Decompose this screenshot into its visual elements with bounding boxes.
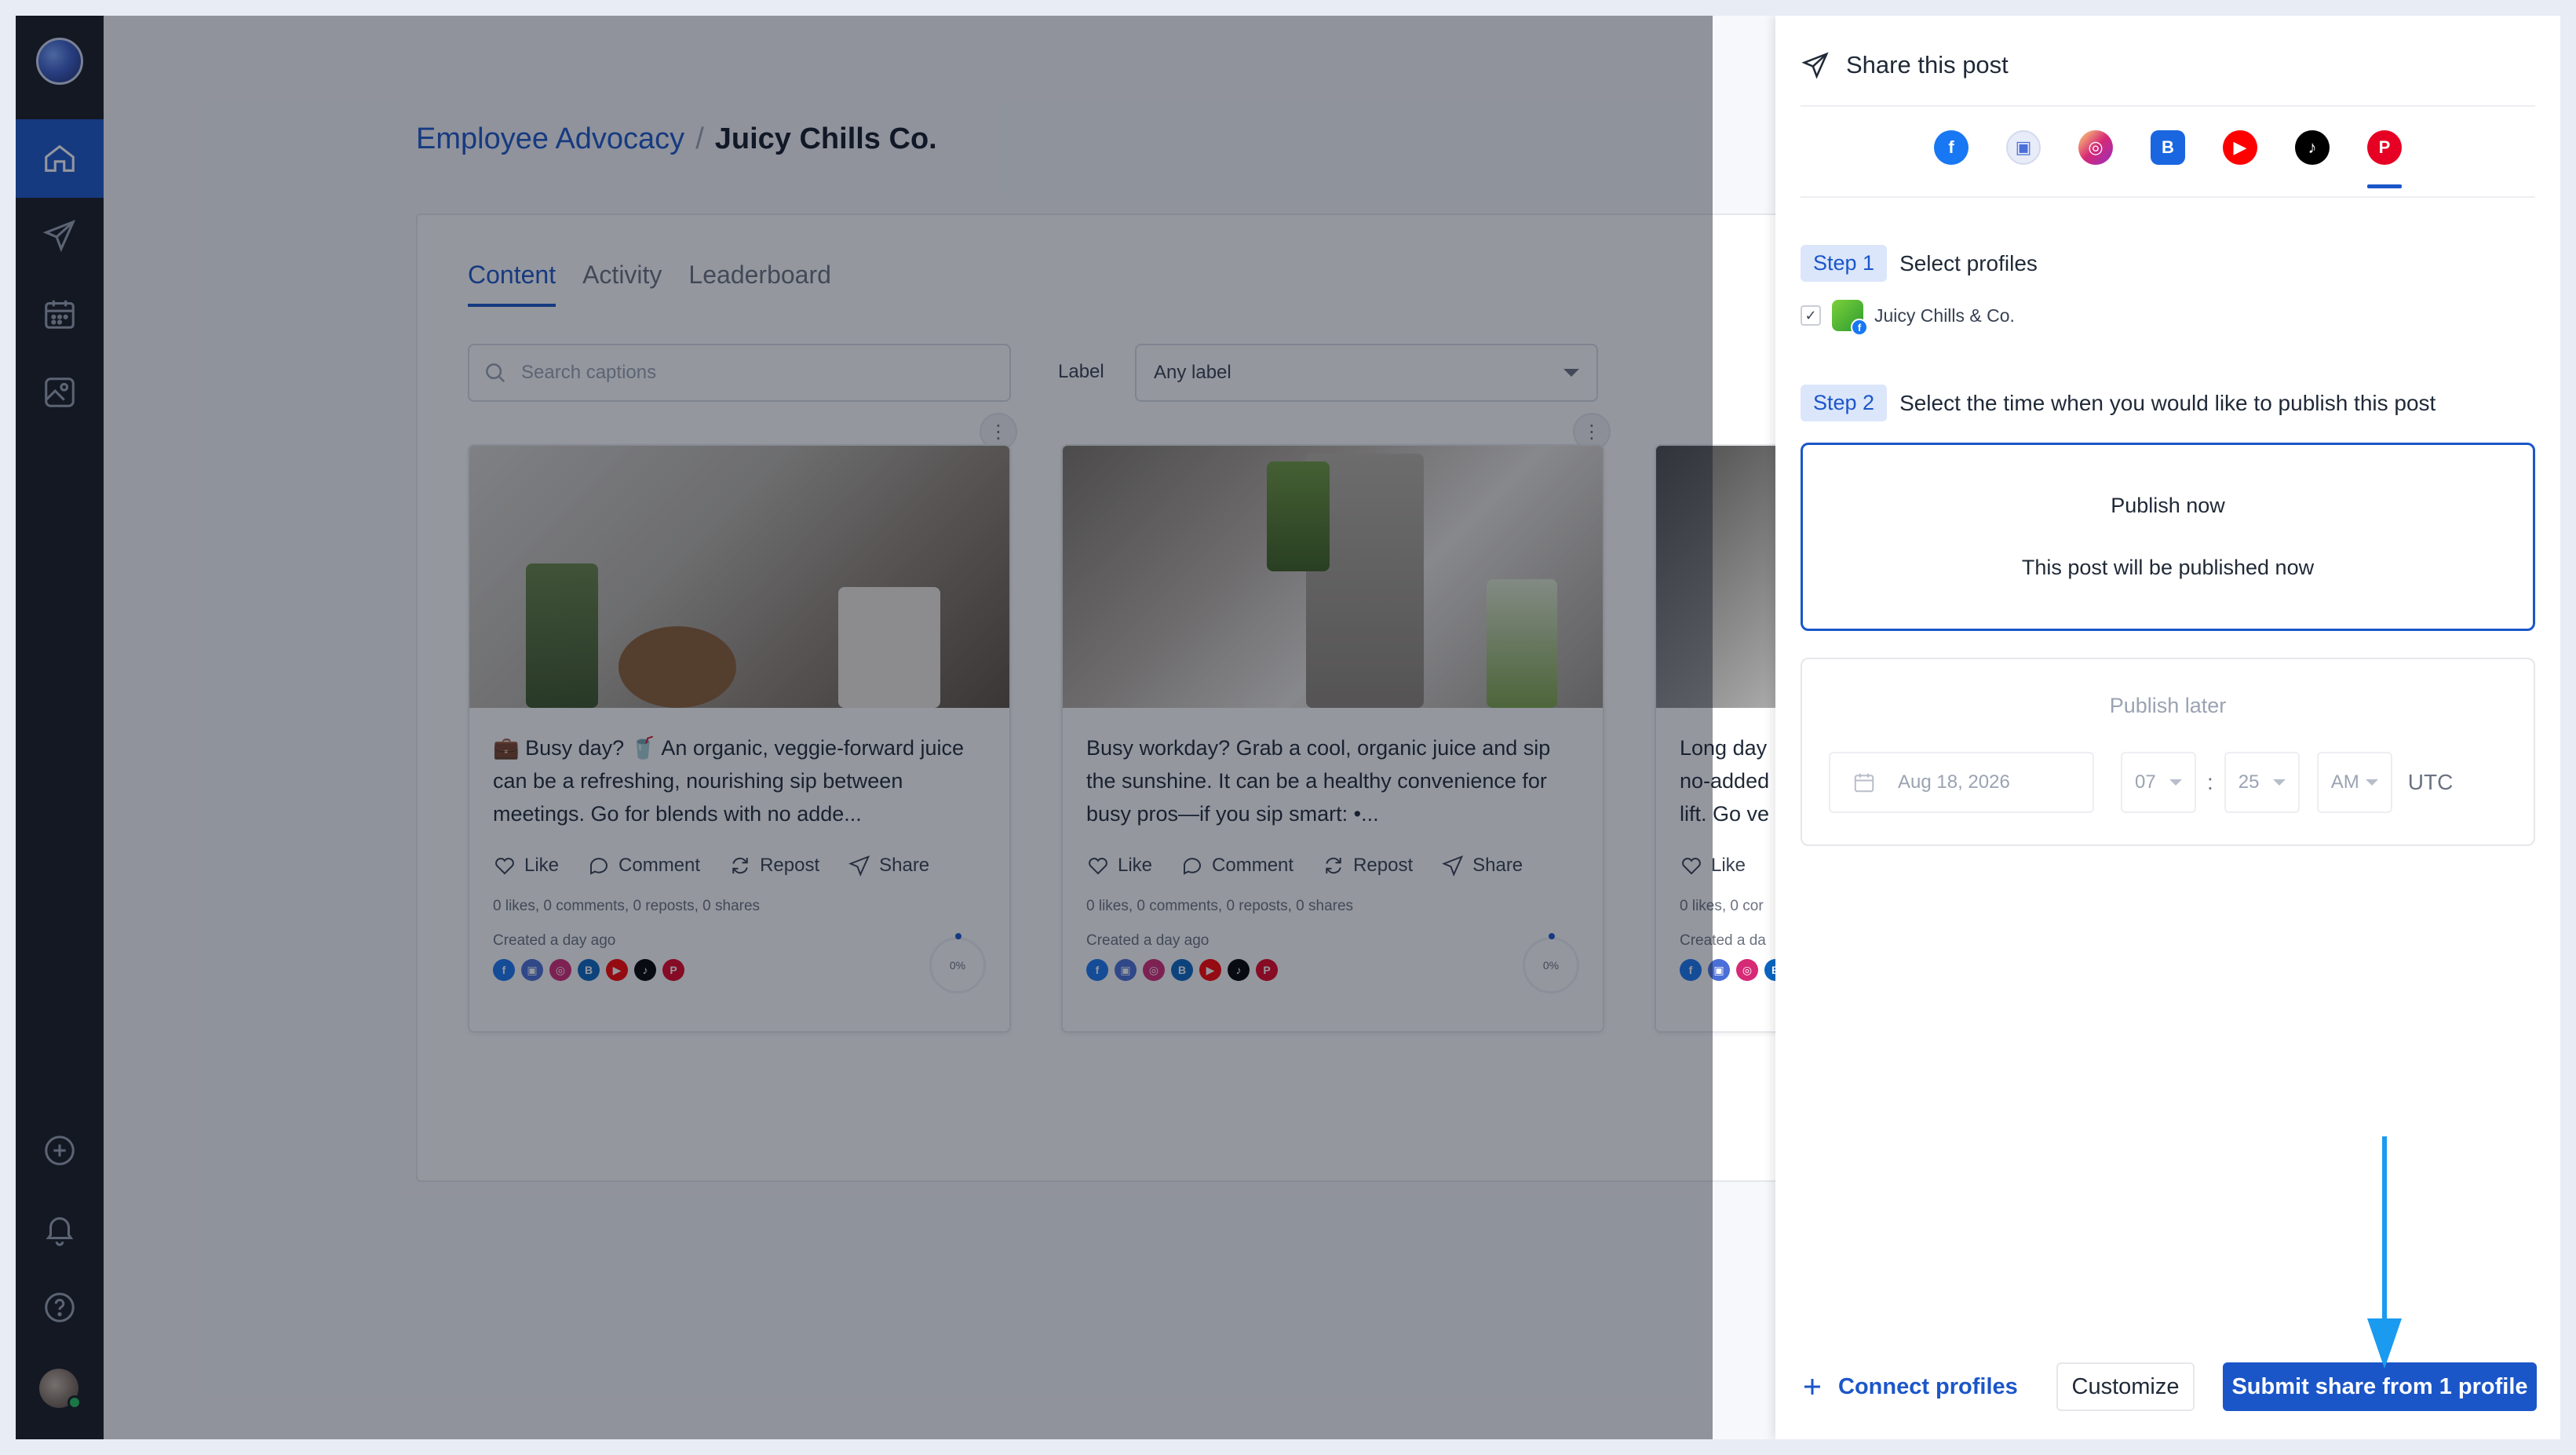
minute-select[interactable]: 25 [2224, 752, 2300, 813]
profile-checkbox[interactable]: ✓ [1801, 305, 1821, 326]
hour-select[interactable]: 07 [2121, 752, 2196, 813]
hour-value: 07 [2135, 771, 2156, 793]
publish-now-option[interactable]: Publish now This post will be published … [1801, 443, 2535, 631]
schedule-fields: Aug 18, 2026 07 : 25 AM UTC [1829, 752, 2453, 813]
ampm-value: AM [2330, 771, 2359, 793]
publish-now-title: Publish now [2111, 494, 2225, 517]
drawer-header: Share this post [1801, 44, 2535, 107]
calendar-icon [1854, 773, 1874, 793]
minute-value: 25 [2238, 771, 2260, 793]
like-label: Like [1711, 855, 1746, 876]
chevron-down-icon [2272, 779, 2286, 786]
annotation-arrow-icon [2367, 1136, 2402, 1369]
chevron-down-icon [2169, 779, 2182, 786]
step-2: Step 2 Select the time when you would li… [1801, 385, 2436, 421]
send-icon [1801, 52, 1829, 79]
step-2-badge: Step 2 [1801, 385, 1888, 421]
tiktok-icon[interactable]: ♪ [2295, 130, 2330, 165]
linkedin-icon[interactable]: B [2151, 130, 2185, 165]
chevron-down-icon [2365, 779, 2378, 786]
profile-logo: f [1832, 300, 1868, 336]
step-2-text: Select the time when you would like to p… [1899, 390, 2436, 415]
date-picker[interactable]: Aug 18, 2026 [1829, 752, 2094, 813]
step-1: Step 1 Select profiles [1801, 245, 2038, 282]
date-value: Aug 18, 2026 [1898, 771, 2010, 793]
share-drawer: Share this post f ▣ ◎ B ▶ ♪ P Step 1 Sel… [1775, 16, 2560, 1439]
connect-profiles-button[interactable]: Connect profiles [1801, 1374, 2018, 1400]
modal-backdrop[interactable] [16, 16, 1713, 1439]
ampm-select[interactable]: AM [2316, 752, 2392, 813]
pinterest-icon[interactable]: P [2367, 130, 2402, 188]
network-tabs: f ▣ ◎ B ▶ ♪ P [1801, 110, 2535, 198]
drawer-footer: Connect profiles Customize Submit share … [1801, 1362, 2537, 1411]
time-separator: : [2207, 770, 2213, 794]
facebook-icon[interactable]: f [1934, 130, 1968, 165]
step-1-text: Select profiles [1899, 250, 2038, 275]
instagram-icon[interactable]: ◎ [2078, 130, 2113, 165]
plus-icon [1804, 1379, 1820, 1395]
publish-later-title: Publish later [2109, 694, 2227, 717]
step-1-badge: Step 1 [1801, 245, 1888, 282]
publish-now-description: This post will be published now [2021, 556, 2315, 579]
instagram-icon: ◎ [1736, 959, 1758, 981]
facebook-icon: f [1851, 319, 1868, 336]
profile-option[interactable]: ✓ f Juicy Chills & Co. [1801, 300, 2015, 336]
app-window: Employee Advocacy / Juicy Chills Co. Con… [16, 16, 2560, 1439]
drawer-title: Share this post [1846, 51, 2009, 78]
google-business-icon[interactable]: ▣ [2006, 130, 2041, 165]
timezone-label: UTC [2407, 770, 2454, 794]
customize-button[interactable]: Customize [2056, 1362, 2195, 1411]
profile-name: Juicy Chills & Co. [1874, 304, 2015, 326]
connect-profiles-label: Connect profiles [1838, 1373, 2018, 1399]
youtube-icon[interactable]: ▶ [2223, 130, 2257, 165]
publish-later-option[interactable]: Publish later Aug 18, 2026 07 : 25 AM UT… [1801, 658, 2535, 846]
